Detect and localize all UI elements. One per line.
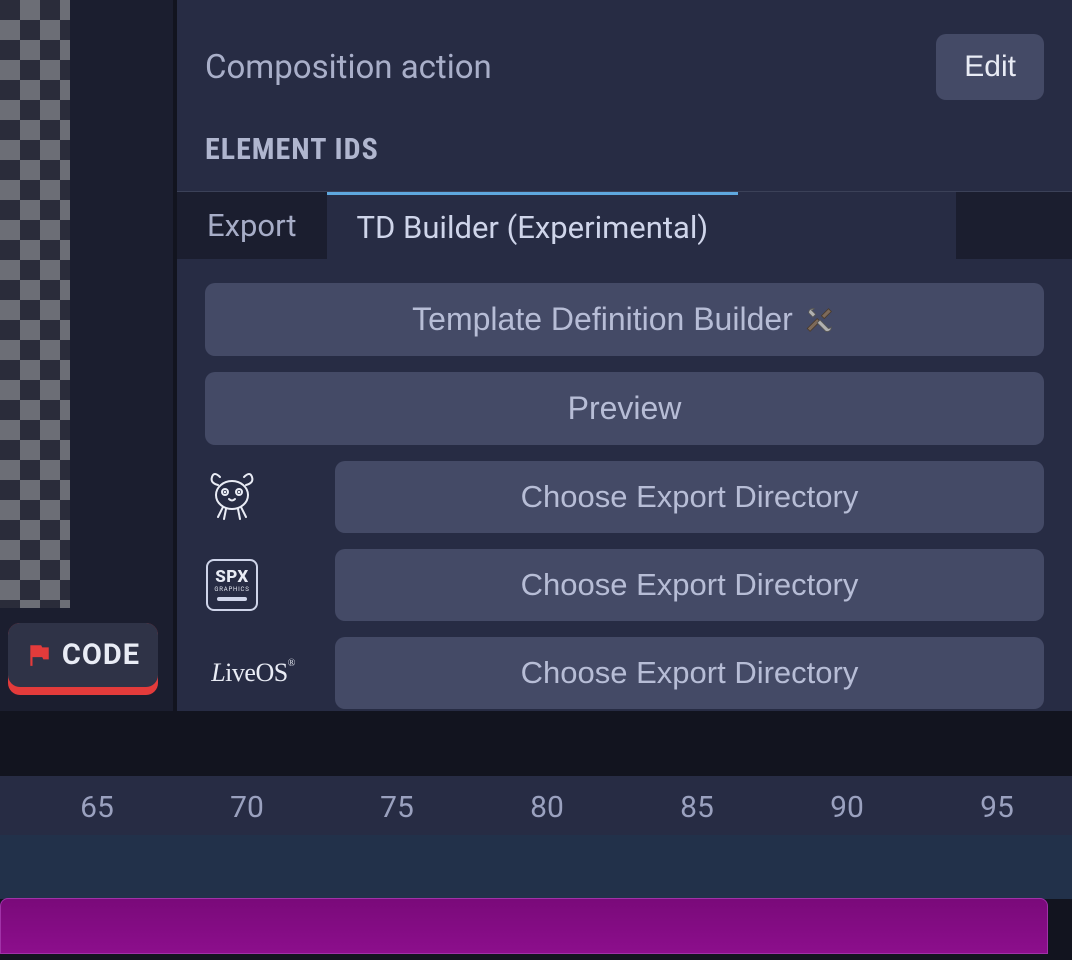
choose-directory-spx-button[interactable]: Choose Export Directory: [335, 549, 1044, 621]
left-rail: CODE: [0, 0, 173, 711]
timeline-ruler[interactable]: 65 70 75 80 85 90 95: [0, 776, 1072, 836]
ruler-tick: 80: [530, 790, 564, 825]
spx-logo-line1: SPX: [215, 569, 249, 586]
ruler-tick: 90: [830, 790, 864, 825]
preview-button[interactable]: Preview: [205, 372, 1044, 445]
properties-panel: Composition action Edit ELEMENT IDS Expo…: [177, 0, 1072, 711]
td-builder-content: Template Definition Builder Preview: [177, 259, 1072, 747]
code-button-wrap: CODE: [8, 623, 158, 695]
tabs-strip: Export TD Builder (Experimental): [177, 191, 1072, 259]
timeline-track-area[interactable]: [0, 835, 1072, 899]
hammer-wrench-icon: [803, 303, 837, 337]
element-ids-heading: ELEMENT IDS: [177, 122, 1072, 191]
spx-logo: SPX GRAPHICS: [205, 558, 259, 612]
export-row-spx: SPX GRAPHICS Choose Export Directory: [205, 549, 1044, 621]
checker-background: [0, 0, 70, 608]
tab-export[interactable]: Export: [177, 192, 327, 259]
ruler-tick: 85: [680, 790, 714, 825]
edit-button[interactable]: Edit: [936, 34, 1044, 100]
ruler-tick: 65: [80, 790, 114, 825]
template-definition-builder-button[interactable]: Template Definition Builder: [205, 283, 1044, 356]
tab-td-builder[interactable]: TD Builder (Experimental): [327, 192, 739, 259]
code-button-label: CODE: [62, 638, 140, 672]
section-title: Composition action: [205, 48, 492, 87]
ruler-tick: 70: [230, 790, 264, 825]
ruler-tick: 75: [380, 790, 414, 825]
section-header: Composition action Edit: [177, 0, 1072, 122]
export-row-loopic: Choose Export Directory: [205, 461, 1044, 533]
ruler-tick: 95: [980, 790, 1014, 825]
code-button[interactable]: CODE: [8, 623, 158, 687]
template-builder-label: Template Definition Builder: [412, 301, 793, 338]
timeline-clip[interactable]: [0, 898, 1048, 954]
loopic-logo: [205, 470, 259, 524]
export-row-liveos: LiveOS® Choose Export Directory: [205, 637, 1044, 709]
liveos-logo: LiveOS®: [205, 646, 301, 700]
spx-logo-line2: GRAPHICS: [214, 586, 249, 593]
choose-directory-liveos-button[interactable]: Choose Export Directory: [335, 637, 1044, 709]
flag-icon: [26, 642, 52, 668]
choose-directory-loopic-button[interactable]: Choose Export Directory: [335, 461, 1044, 533]
